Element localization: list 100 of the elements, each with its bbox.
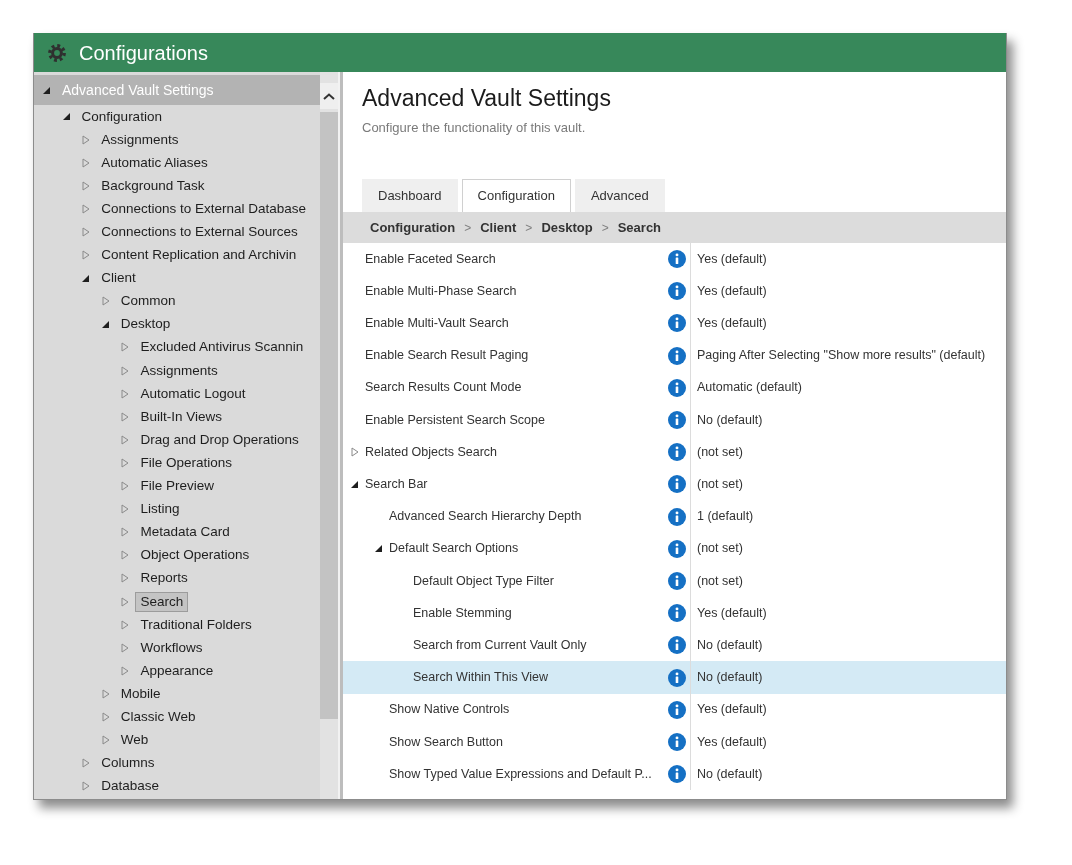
info-icon[interactable] bbox=[668, 668, 686, 687]
expanded-caret-icon[interactable] bbox=[351, 480, 358, 488]
collapsed-caret-icon[interactable] bbox=[121, 388, 130, 399]
tree-item[interactable]: Connections to External Database bbox=[96, 198, 312, 219]
breadcrumb-item[interactable]: Desktop bbox=[541, 217, 593, 238]
settings-row[interactable]: Default Search Options (not set) bbox=[343, 532, 1006, 565]
collapsed-caret-icon[interactable] bbox=[82, 157, 91, 168]
collapsed-caret-icon[interactable] bbox=[121, 665, 130, 676]
tree-item[interactable]: Reports bbox=[135, 568, 193, 589]
settings-row[interactable]: Enable Search Result Paging Paging After Selecting "Show more results" (default) bbox=[343, 339, 1006, 372]
tree-item[interactable]: Desktop bbox=[115, 314, 176, 335]
settings-row[interactable]: Search Results Count Mode Automatic (default) bbox=[343, 371, 1006, 404]
tree-item[interactable]: Web bbox=[115, 730, 154, 751]
info-icon[interactable] bbox=[668, 765, 686, 784]
settings-row[interactable]: Advanced Search Hierarchy Depth 1 (default) bbox=[343, 500, 1006, 533]
settings-row[interactable]: Show Typed Value Expressions and Default P... No (default) bbox=[343, 758, 1006, 791]
collapsed-caret-icon[interactable] bbox=[121, 596, 130, 607]
tree-item[interactable]: Built-In Views bbox=[135, 406, 227, 427]
collapsed-caret-icon[interactable] bbox=[121, 434, 130, 445]
breadcrumb-item[interactable]: Client bbox=[480, 217, 517, 238]
settings-row[interactable]: Default Object Type Filter (not set) bbox=[343, 564, 1006, 598]
tab[interactable]: Configuration bbox=[461, 179, 571, 212]
collapsed-caret-icon[interactable] bbox=[101, 688, 110, 699]
tree-item[interactable]: Background Task bbox=[96, 175, 210, 196]
settings-row[interactable]: Enable Persistent Search Scope No (default) bbox=[343, 403, 1006, 437]
expanded-caret-icon[interactable] bbox=[101, 320, 109, 328]
tree-item[interactable]: Workflows bbox=[135, 637, 208, 658]
expanded-caret-icon[interactable] bbox=[43, 86, 50, 94]
tree-item[interactable]: Mobile bbox=[115, 683, 166, 704]
collapsed-caret-icon[interactable] bbox=[121, 342, 130, 353]
info-icon[interactable] bbox=[668, 732, 686, 751]
tree-item[interactable]: Automatic Logout bbox=[135, 383, 251, 404]
collapsed-caret-icon[interactable] bbox=[121, 619, 130, 630]
collapsed-caret-icon[interactable] bbox=[82, 250, 91, 261]
settings-row[interactable]: Search Bar (not set) bbox=[343, 468, 1006, 501]
tree-item[interactable]: Classic Web bbox=[115, 707, 201, 727]
info-icon[interactable] bbox=[668, 571, 686, 590]
tab[interactable]: Advanced bbox=[574, 179, 665, 212]
collapsed-caret-icon[interactable] bbox=[121, 365, 130, 376]
expanded-caret-icon[interactable] bbox=[82, 274, 90, 282]
collapsed-caret-icon[interactable] bbox=[121, 642, 130, 653]
tree-item[interactable]: Automatic Aliases bbox=[96, 152, 213, 173]
info-icon[interactable] bbox=[668, 314, 686, 333]
expanded-caret-icon[interactable] bbox=[375, 545, 382, 553]
collapsed-caret-icon[interactable] bbox=[121, 457, 130, 468]
info-icon[interactable] bbox=[668, 443, 686, 462]
tree-item[interactable]: Configuration bbox=[76, 106, 167, 127]
settings-row[interactable]: Enable Faceted Search Yes (default) bbox=[343, 243, 1006, 276]
collapsed-caret-icon[interactable] bbox=[121, 411, 130, 422]
settings-row[interactable]: Enable Stemming Yes (default) bbox=[343, 597, 1006, 630]
tree-item[interactable]: Connections to External Sources bbox=[96, 222, 303, 242]
tree-item[interactable]: File Preview bbox=[135, 476, 219, 497]
info-icon[interactable] bbox=[668, 604, 686, 623]
tree-item[interactable]: Listing bbox=[135, 499, 185, 520]
expanded-caret-icon[interactable] bbox=[62, 113, 70, 121]
settings-row[interactable]: Search Within This View No (default) bbox=[343, 661, 1006, 694]
collapsed-caret-icon[interactable] bbox=[101, 712, 110, 722]
collapsed-caret-icon[interactable] bbox=[82, 227, 91, 237]
info-icon[interactable] bbox=[668, 346, 686, 365]
tree-item[interactable]: File Operations bbox=[135, 452, 237, 473]
breadcrumb-item[interactable]: Search bbox=[617, 217, 662, 238]
collapsed-caret-icon[interactable] bbox=[121, 573, 130, 584]
info-icon[interactable] bbox=[668, 636, 686, 655]
tab[interactable]: Dashboard bbox=[362, 179, 458, 212]
collapsed-caret-icon[interactable] bbox=[82, 781, 91, 792]
settings-row[interactable]: Enable Multi-Phase Search Yes (default) bbox=[343, 275, 1006, 308]
settings-row[interactable]: Enable Multi-Vault Search Yes (default) bbox=[343, 307, 1006, 340]
tree-item[interactable]: Excluded Antivirus Scannin bbox=[135, 337, 309, 358]
info-icon[interactable] bbox=[668, 250, 686, 269]
collapsed-caret-icon[interactable] bbox=[82, 203, 91, 214]
tree-item[interactable]: Appearance bbox=[135, 660, 219, 681]
tree-item[interactable]: Common bbox=[115, 291, 181, 312]
collapsed-caret-icon[interactable] bbox=[121, 550, 130, 561]
info-icon[interactable] bbox=[668, 475, 686, 494]
info-icon[interactable] bbox=[668, 507, 686, 526]
tree-item[interactable]: Metadata Card bbox=[135, 522, 235, 543]
collapsed-caret-icon[interactable] bbox=[121, 481, 130, 492]
scroll-up-button[interactable] bbox=[320, 83, 338, 109]
scrollbar-thumb[interactable] bbox=[320, 112, 338, 719]
info-icon[interactable] bbox=[668, 539, 686, 558]
info-icon[interactable] bbox=[668, 411, 686, 430]
collapsed-caret-icon[interactable] bbox=[82, 758, 91, 769]
collapsed-caret-icon[interactable] bbox=[121, 527, 130, 538]
tree-item[interactable]: Search bbox=[135, 591, 189, 612]
collapsed-caret-icon[interactable] bbox=[82, 180, 91, 191]
settings-row[interactable]: Show Native Controls Yes (default) bbox=[343, 693, 1006, 726]
tree-item[interactable]: Columns bbox=[96, 753, 160, 774]
collapsed-caret-icon[interactable] bbox=[101, 735, 110, 746]
settings-row[interactable]: Related Objects Search (not set) bbox=[343, 436, 1006, 469]
tree-item[interactable]: Content Replication and Archivin bbox=[96, 245, 302, 266]
tree-item[interactable]: Traditional Folders bbox=[135, 614, 257, 635]
collapsed-caret-icon[interactable] bbox=[82, 134, 91, 145]
tree-item[interactable]: Database bbox=[96, 776, 164, 797]
collapsed-caret-icon[interactable] bbox=[121, 504, 130, 515]
settings-row[interactable]: Show Search Button Yes (default) bbox=[343, 725, 1006, 758]
collapsed-caret-icon[interactable] bbox=[351, 447, 359, 458]
info-icon[interactable] bbox=[668, 282, 686, 301]
scrollbar[interactable] bbox=[320, 72, 338, 799]
breadcrumb-item[interactable]: Configuration bbox=[370, 217, 456, 238]
tree-item[interactable]: Assignments bbox=[135, 360, 223, 381]
